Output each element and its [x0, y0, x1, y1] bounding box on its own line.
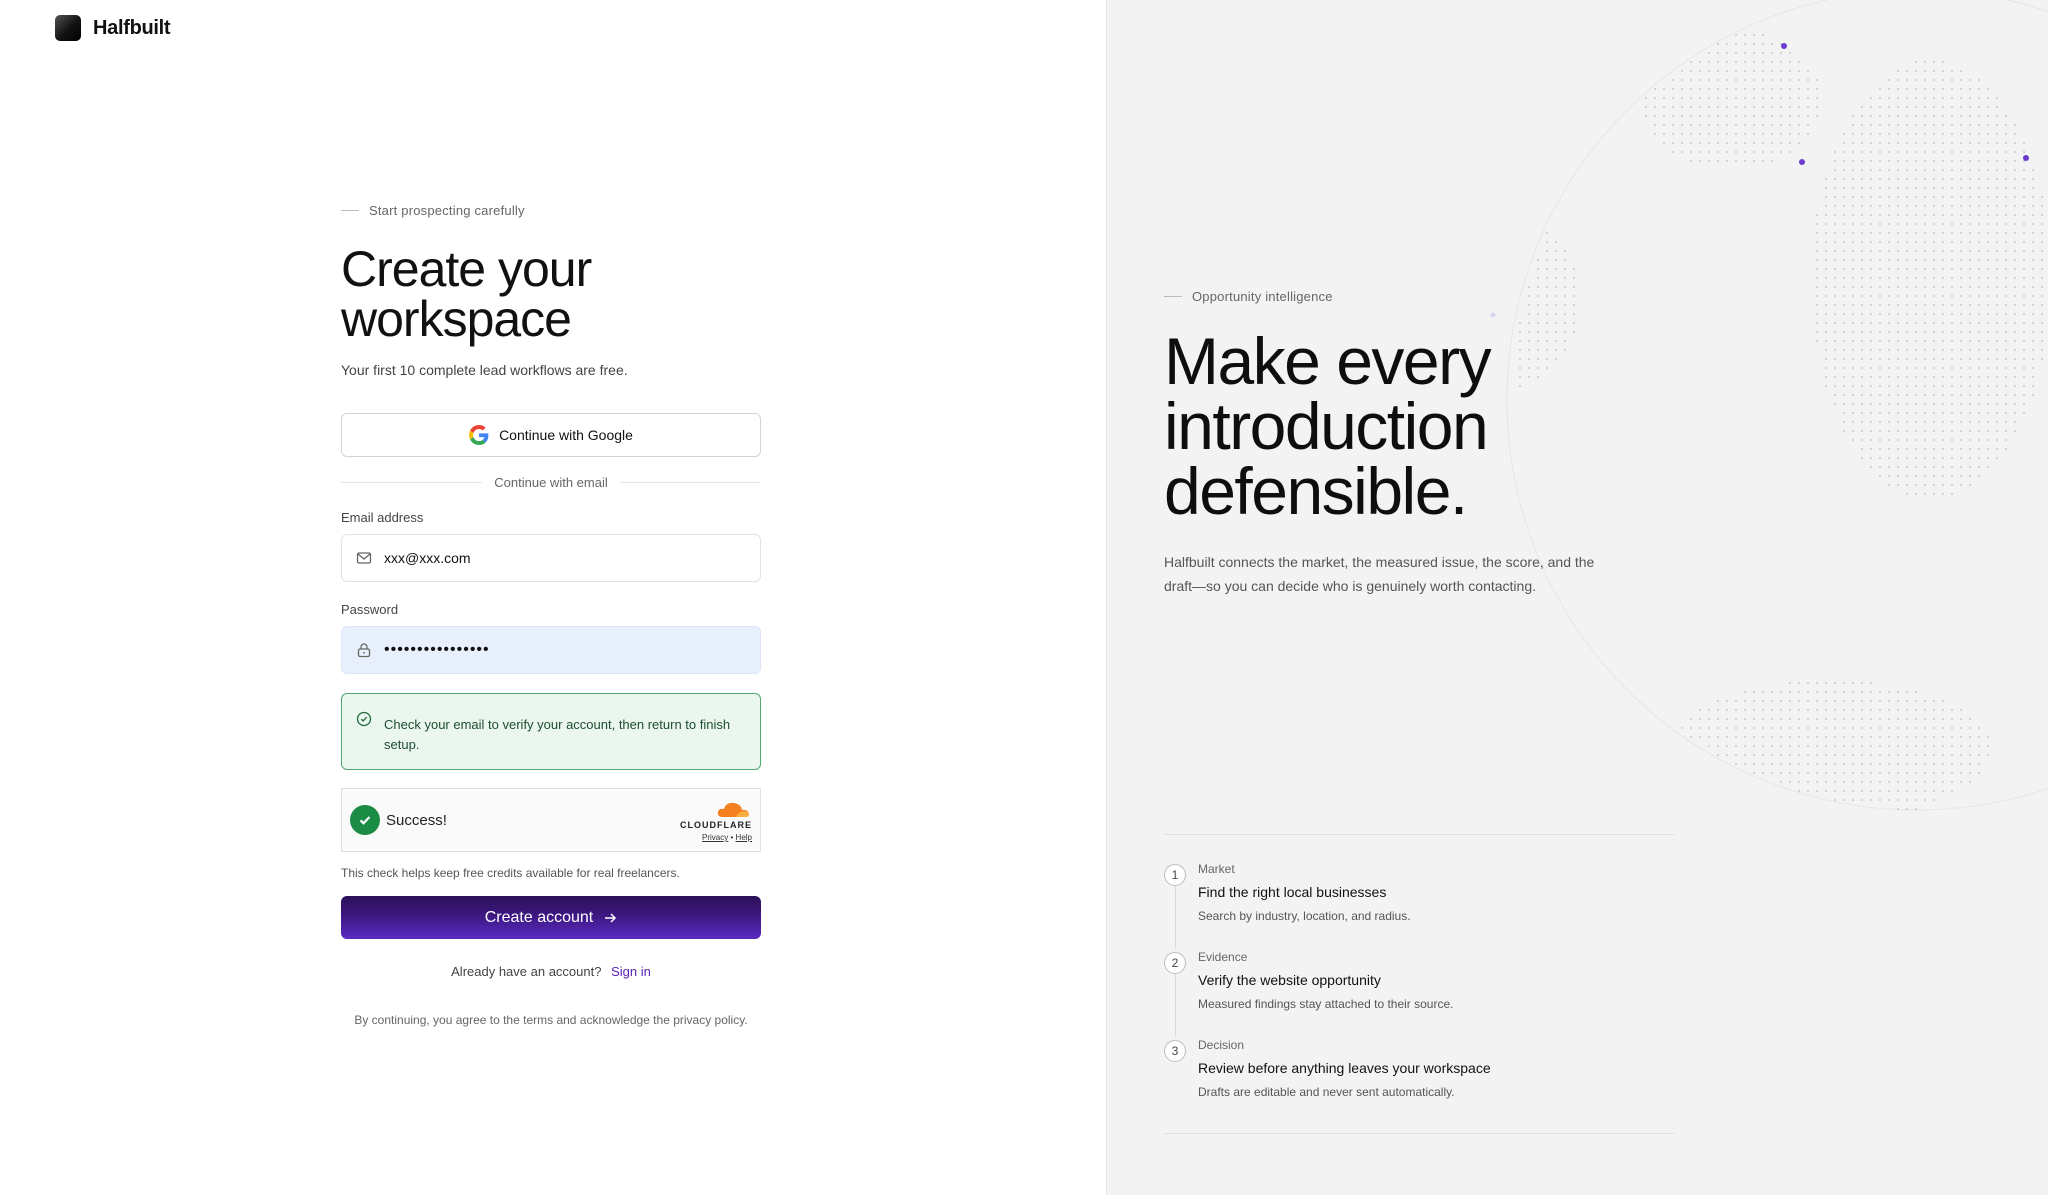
- workflow-steps: 1 Market Find the right local businesses…: [1164, 834, 1674, 1134]
- captcha-privacy-link[interactable]: Privacy: [702, 833, 728, 842]
- divider-line-left: [341, 482, 483, 483]
- signup-form: Start prospecting carefully Create your …: [341, 203, 762, 1027]
- captcha-link-separator: •: [730, 833, 734, 842]
- step-description: Search by industry, location, and radius…: [1198, 909, 1411, 923]
- captcha-help-link[interactable]: Help: [736, 833, 752, 842]
- legal-text: By continuing, you agree to the terms an…: [354, 1013, 748, 1027]
- signup-eyebrow-text: Start prospecting carefully: [369, 203, 525, 218]
- cloudflare-brand: CLOUDFLARE Privacy • Help: [680, 799, 752, 842]
- continue-with-google-button[interactable]: Continue with Google: [341, 413, 761, 457]
- step-body: Evidence Verify the website opportunity …: [1198, 950, 1453, 1038]
- step-kicker: Evidence: [1198, 950, 1248, 964]
- create-account-label: Create account: [484, 908, 594, 926]
- page-title: Create your workspace: [341, 241, 592, 347]
- captcha-status: Success!: [386, 811, 447, 829]
- promo-title: Make every introduction defensible.: [1164, 324, 1492, 528]
- captcha-widget[interactable]: Success! CLOUDFLARE Privacy • Help: [341, 788, 761, 852]
- email-label: Email address: [341, 510, 424, 525]
- verify-email-alert: Check your email to verify your account,…: [341, 693, 761, 770]
- password-label: Password: [341, 602, 399, 617]
- step-number: 2: [1164, 952, 1186, 974]
- email-divider: Continue with email: [341, 475, 762, 490]
- eyebrow-rule: [341, 210, 359, 211]
- lock-icon: [357, 643, 371, 658]
- mail-icon: [356, 552, 372, 564]
- captcha-helper-text: This check helps keep free credits avail…: [341, 866, 680, 880]
- brand-name: Halfbuilt: [93, 16, 171, 39]
- step-title: Find the right local businesses: [1198, 884, 1387, 900]
- promo-content: Opportunity intelligence Make every intr…: [1164, 289, 1674, 598]
- page-subtitle: Your first 10 complete lead workflows ar…: [341, 362, 628, 378]
- create-account-button[interactable]: Create account: [341, 896, 761, 939]
- checkmark-icon: [359, 816, 371, 825]
- step-title: Review before anything leaves your works…: [1198, 1060, 1491, 1076]
- password-field[interactable]: ••••••••••••••••: [341, 626, 761, 674]
- step-body: Market Find the right local businesses S…: [1198, 862, 1411, 950]
- promo-eyebrow: Opportunity intelligence: [1164, 289, 1674, 304]
- success-check-icon: [350, 805, 380, 835]
- google-button-label: Continue with Google: [499, 427, 633, 443]
- step-item: 1 Market Find the right local businesses…: [1164, 862, 1674, 950]
- step-item: 2 Evidence Verify the website opportunit…: [1164, 950, 1674, 1038]
- signup-pane: Halfbuilt Start prospecting carefully Cr…: [0, 0, 1106, 1195]
- step-kicker: Decision: [1198, 1038, 1245, 1052]
- promo-eyebrow-rule: [1164, 296, 1182, 297]
- promo-description: Halfbuilt connects the market, the measu…: [1164, 554, 1595, 594]
- divider-line-right: [619, 482, 762, 483]
- brand-logo-icon: [55, 15, 81, 41]
- sign-in-link[interactable]: Sign in: [611, 964, 651, 979]
- step-description: Drafts are editable and never sent autom…: [1198, 1085, 1455, 1099]
- step-number: 3: [1164, 1040, 1186, 1062]
- password-value: ••••••••••••••••: [384, 641, 490, 658]
- captcha-links: Privacy • Help: [680, 833, 752, 842]
- step-connector: [1175, 886, 1176, 948]
- check-circle-icon: [356, 711, 372, 727]
- step-item: 3 Decision Review before anything leaves…: [1164, 1038, 1674, 1126]
- signup-eyebrow: Start prospecting carefully: [341, 203, 761, 218]
- step-title: Verify the website opportunity: [1198, 972, 1381, 988]
- step-body: Decision Review before anything leaves y…: [1198, 1038, 1491, 1126]
- signin-prompt: Already have an account?: [451, 964, 602, 979]
- email-value: xxx@xxx.com: [384, 550, 471, 566]
- step-description: Measured findings stay attached to their…: [1198, 997, 1454, 1011]
- step-number: 1: [1164, 864, 1186, 886]
- signin-row: Already have an account? Sign in: [341, 964, 761, 979]
- step-kicker: Market: [1198, 862, 1235, 876]
- cloudflare-cloud-icon: [717, 802, 749, 817]
- arrow-right-icon: [605, 912, 617, 923]
- promo-pane: Opportunity intelligence Make every intr…: [1106, 0, 2048, 1195]
- step-connector: [1175, 974, 1176, 1036]
- google-icon: [469, 425, 489, 445]
- alert-text: Check your email to verify your account,…: [384, 717, 731, 752]
- brand[interactable]: Halfbuilt: [55, 15, 171, 41]
- promo-eyebrow-text: Opportunity intelligence: [1192, 289, 1333, 304]
- divider-label: Continue with email: [494, 475, 608, 490]
- cloudflare-wordmark: CLOUDFLARE: [680, 820, 752, 830]
- email-field[interactable]: xxx@xxx.com: [341, 534, 761, 582]
